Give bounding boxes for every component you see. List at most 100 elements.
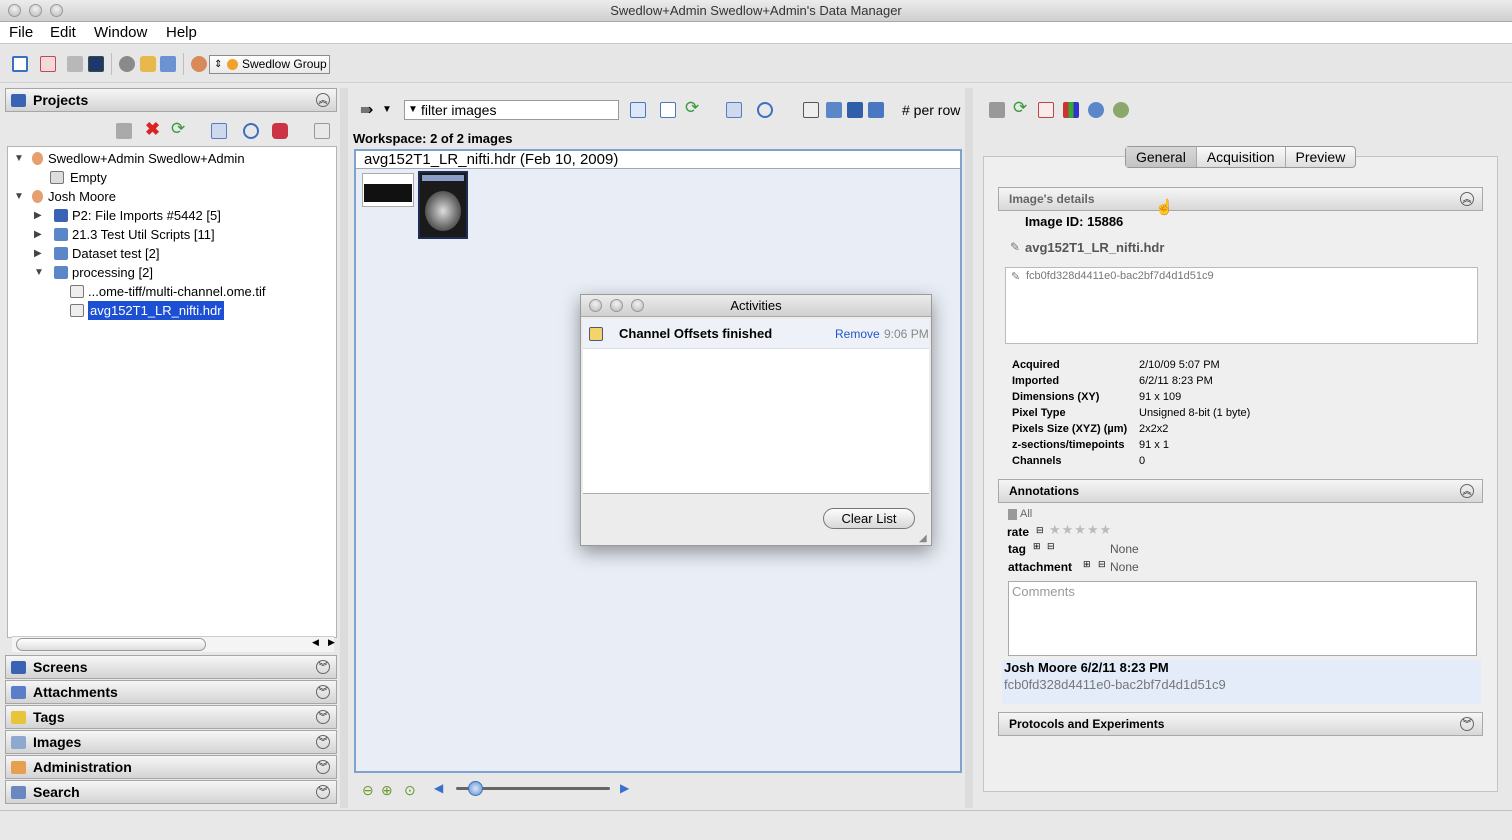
filter-all-icon[interactable] — [1008, 509, 1017, 520]
all-filter-label[interactable]: All — [1020, 508, 1032, 520]
image-name[interactable]: avg152T1_LR_nifti.hdr — [1025, 240, 1164, 255]
rating-stars[interactable]: ★★★★★ — [1049, 522, 1112, 538]
download-icon[interactable] — [1038, 102, 1054, 118]
channels-icon[interactable] — [1063, 102, 1079, 118]
tab-general[interactable]: General — [1126, 147, 1197, 167]
sort-icon[interactable] — [726, 102, 742, 118]
tab-preview[interactable]: Preview — [1286, 147, 1356, 167]
projects-header[interactable]: Projects ︽ — [5, 88, 337, 112]
panel-tags-header[interactable]: Tags ︾ — [5, 705, 337, 729]
expand-icon[interactable]: ︾ — [316, 735, 330, 749]
panel-administration-header[interactable]: Administration ︾ — [5, 755, 337, 779]
zoom-slider-thumb[interactable] — [468, 781, 483, 796]
pencil-icon[interactable]: ✎ — [1011, 270, 1020, 283]
zoom-out-icon[interactable]: ⊖ — [362, 782, 374, 799]
project-tree[interactable]: ▼ Swedlow+Admin Swedlow+Admin Empty ▼ Josh M… — [7, 146, 337, 652]
remove-attachment-icon[interactable]: ⊟ — [1098, 559, 1106, 570]
upload-icon[interactable] — [160, 56, 176, 72]
minimize-window-button[interactable] — [29, 4, 42, 17]
tree-node[interactable]: ...ome-tiff/multi-channel.ome.tif — [8, 282, 334, 301]
add-tag-icon[interactable]: ⊞ — [1033, 541, 1041, 552]
panel-search-header[interactable]: Search ︾ — [5, 780, 337, 804]
clear-list-button[interactable]: Clear List — [823, 508, 915, 529]
publish-icon[interactable] — [1088, 102, 1104, 118]
list-view-icon[interactable] — [660, 102, 676, 118]
search-tool-icon[interactable] — [119, 56, 135, 72]
zoom-window-button[interactable] — [50, 4, 63, 17]
edit-icon[interactable] — [868, 102, 884, 118]
group-icon[interactable] — [191, 56, 207, 72]
protocols-header[interactable]: Protocols and Experiments ︾ — [998, 712, 1483, 736]
zoom-in-icon[interactable]: ⊕ — [381, 782, 393, 799]
resize-grip-icon[interactable]: ◢ — [919, 533, 927, 544]
pencil-icon[interactable]: ✎ — [1010, 240, 1020, 254]
tree-node[interactable]: avg152T1_LR_nifti.hdr — [8, 301, 334, 320]
panel-images-header[interactable]: Images ︾ — [5, 730, 337, 754]
image-details-header[interactable]: Image's details ︽ — [998, 187, 1483, 211]
description-field[interactable]: ✎ fcb0fd328d4411e0-bac2bf7d4d1d51c9 — [1005, 267, 1478, 344]
import-icon[interactable] — [272, 123, 288, 139]
editor-icon[interactable] — [40, 56, 56, 72]
expand-icon[interactable]: ︾ — [316, 710, 330, 724]
filter-dropdown-icon[interactable]: ▼ — [408, 101, 418, 119]
next-icon[interactable]: ▶ — [620, 781, 629, 795]
left-split-handle[interactable] — [340, 88, 348, 808]
thumbnail-view-icon[interactable] — [630, 102, 646, 118]
panel-screens-header[interactable]: Screens ︾ — [5, 655, 337, 679]
thumbnail-1[interactable] — [362, 173, 414, 207]
collapse-arrow-icon[interactable]: ▼ — [34, 263, 44, 282]
horizontal-scrollbar[interactable]: ◀ ▶ — [12, 636, 335, 652]
tag-tool-icon[interactable] — [140, 56, 156, 72]
refresh-icon[interactable]: ⟳ — [1013, 98, 1027, 118]
tree-node[interactable]: ▼ Josh Moore — [8, 187, 334, 206]
per-row-label[interactable]: # per row — [902, 102, 960, 118]
previous-icon[interactable]: ◀ — [434, 781, 443, 795]
collapse-all-icon[interactable] — [314, 123, 330, 139]
tab-acquisition[interactable]: Acquisition — [1197, 147, 1286, 167]
menu-help[interactable]: Help — [166, 24, 197, 41]
collapse-icon[interactable]: ︽ — [316, 93, 330, 107]
tree-node[interactable]: ▼ processing [2] — [8, 263, 334, 282]
collapse-arrow-icon[interactable]: ▼ — [14, 187, 24, 206]
expand-icon[interactable]: ︾ — [316, 685, 330, 699]
chevron-down-icon[interactable]: ▼ — [382, 104, 392, 115]
dialog-titlebar[interactable]: Activities — [581, 295, 931, 317]
panel-attachments-header[interactable]: Attachments ︾ — [5, 680, 337, 704]
layout-icon[interactable] — [847, 102, 863, 118]
dialog-zoom-button[interactable] — [631, 299, 644, 312]
filter-input[interactable]: ▼ filter images — [404, 100, 619, 120]
refresh-icon[interactable]: ⟳ — [171, 119, 185, 139]
expand-icon[interactable]: ︾ — [316, 660, 330, 674]
scroll-right-icon[interactable]: ▶ — [328, 637, 335, 648]
group-selector[interactable]: ⇕ Swedlow Group — [209, 55, 330, 74]
remove-link[interactable]: Remove — [835, 327, 880, 341]
collapse-icon[interactable]: ︽ — [1460, 192, 1474, 206]
menu-file[interactable]: File — [9, 24, 33, 41]
remove-tag-icon[interactable]: ⊟ — [1047, 541, 1055, 552]
menu-edit[interactable]: Edit — [50, 24, 76, 41]
add-attachment-icon[interactable]: ⊞ — [1083, 559, 1091, 570]
history-icon[interactable] — [757, 102, 773, 118]
delete-icon[interactable]: ✖ — [145, 119, 160, 140]
dialog-close-button[interactable] — [589, 299, 602, 312]
menu-window[interactable]: Window — [94, 24, 147, 41]
thumbnail-2-selected[interactable] — [418, 171, 468, 239]
copy-icon[interactable] — [826, 102, 842, 118]
scroll-left-icon[interactable]: ◀ — [312, 637, 319, 648]
close-window-button[interactable] — [8, 4, 21, 17]
comments-input[interactable]: Comments — [1008, 581, 1477, 656]
expand-arrow-icon[interactable]: ▶ — [34, 206, 42, 225]
scripts-icon[interactable] — [1113, 102, 1129, 118]
expand-arrow-icon[interactable]: ▶ — [34, 225, 42, 244]
collapse-icon[interactable]: ︽ — [1460, 484, 1474, 498]
tree-node[interactable]: ▶ Dataset test [2] — [8, 244, 334, 263]
table-view-icon[interactable] — [67, 56, 83, 72]
sort-icon[interactable] — [211, 123, 227, 139]
screen-icon[interactable] — [88, 56, 104, 72]
annotations-header[interactable]: Annotations ︽ — [998, 479, 1483, 503]
collapse-arrow-icon[interactable]: ▼ — [14, 149, 24, 168]
history-icon[interactable] — [243, 123, 259, 139]
dialog-minimize-button[interactable] — [610, 299, 623, 312]
browse-icon[interactable]: ⇛ — [360, 100, 373, 120]
expand-icon[interactable]: ︾ — [1460, 717, 1474, 731]
